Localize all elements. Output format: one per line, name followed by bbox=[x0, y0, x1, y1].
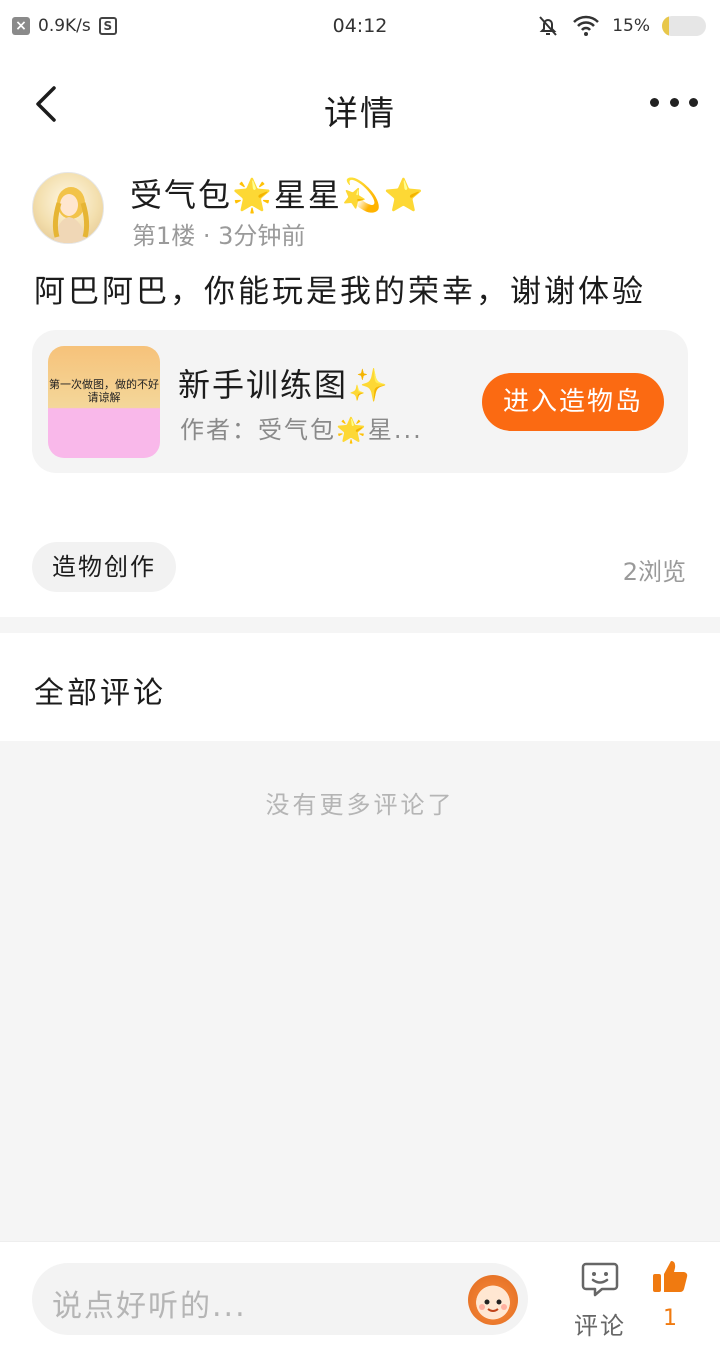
post-body: 阿巴阿巴，你能玩是我的荣幸，谢谢体验 bbox=[34, 274, 646, 310]
author-name[interactable]: 受气包🌟星星💫⭐ bbox=[130, 170, 426, 216]
like-button[interactable]: 1 bbox=[640, 1258, 700, 1331]
more-options-button[interactable] bbox=[650, 84, 698, 120]
comment-input[interactable]: 说点好听的... bbox=[32, 1263, 528, 1335]
map-card[interactable]: 第一次做图，做的不好请谅解 新手训练图✨ 作者：受气包🌟星... 进入造物岛 bbox=[32, 330, 688, 473]
view-count: 2浏览 bbox=[622, 558, 686, 586]
section-divider bbox=[0, 617, 720, 633]
author-avatar[interactable] bbox=[32, 172, 104, 244]
bottom-bar: 说点好听的... 评论 1 bbox=[0, 1241, 720, 1357]
header: 详情 bbox=[0, 56, 720, 152]
avatar-illustration bbox=[52, 187, 90, 243]
status-right: 15% bbox=[536, 14, 706, 38]
map-author: 作者：受气包🌟星... bbox=[180, 416, 423, 444]
comment-button[interactable]: 评论 bbox=[570, 1260, 630, 1341]
thumbs-up-icon bbox=[653, 1261, 688, 1292]
comments-title: 全部评论 bbox=[34, 676, 166, 711]
wifi-icon bbox=[573, 15, 600, 36]
post-meta: 第1楼 · 3分钟前 bbox=[132, 222, 306, 250]
more-dot-icon bbox=[689, 97, 698, 107]
more-dot-icon bbox=[650, 97, 659, 107]
status-bar: × 0.9K/s S 04:12 15% bbox=[0, 0, 720, 56]
mascot-emoji-icon[interactable] bbox=[468, 1275, 518, 1325]
battery-fill bbox=[662, 16, 669, 36]
no-more-comments: 没有更多评论了 bbox=[265, 791, 455, 819]
more-dot-icon bbox=[669, 97, 679, 107]
comments-list: 没有更多评论了 bbox=[0, 741, 720, 1241]
mute-bell-icon bbox=[539, 16, 557, 36]
enter-island-button[interactable]: 进入造物岛 bbox=[482, 373, 664, 431]
map-title: 新手训练图✨ bbox=[178, 366, 390, 404]
comment-input-placeholder: 说点好听的... bbox=[52, 1289, 247, 1324]
battery-percent: 15% bbox=[612, 16, 650, 36]
map-thumbnail: 第一次做图，做的不好请谅解 bbox=[48, 346, 160, 458]
mascot-face bbox=[479, 1299, 507, 1312]
thumbnail-text: 第一次做图，做的不好请谅解 bbox=[49, 378, 159, 404]
comment-label: 评论 bbox=[574, 1312, 626, 1340]
comment-bubble-icon bbox=[581, 1262, 619, 1297]
like-count: 1 bbox=[663, 1306, 677, 1331]
tag-chip[interactable]: 造物创作 bbox=[32, 542, 176, 592]
battery-icon bbox=[662, 16, 706, 36]
page-title: 详情 bbox=[324, 94, 396, 134]
